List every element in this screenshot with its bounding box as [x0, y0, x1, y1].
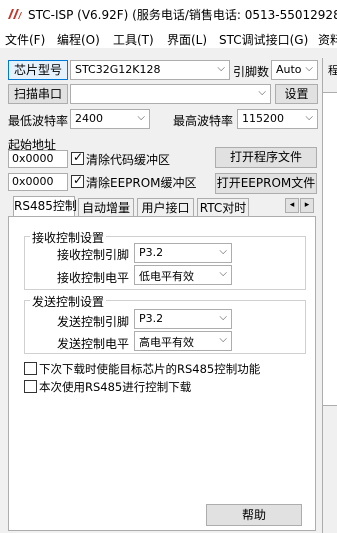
chevron-down-icon: ⌵: [137, 112, 145, 123]
right-panel-label: 程: [328, 64, 337, 77]
chip-model-select[interactable]: STC32G12K128 ⌵: [70, 60, 230, 80]
tab-auto-increment[interactable]: 自动增量: [78, 198, 134, 217]
clear-code-label: 清除代码缓冲区: [86, 153, 171, 167]
settings-button[interactable]: 设置: [275, 84, 318, 104]
min-baud-value: 2400: [75, 112, 103, 125]
pins-label: 引脚数: [233, 65, 270, 79]
chevron-down-icon: ⌵: [219, 312, 227, 323]
tab-rtc[interactable]: RTC对时: [197, 198, 249, 217]
next-enable-label: 下次下载时使能目标芯片的RS485控制功能: [39, 362, 261, 376]
receive-level-select[interactable]: 低电平有效 ⌵: [134, 265, 232, 285]
menu-stc-debug[interactable]: STC调试接口(G): [219, 31, 308, 48]
clear-eeprom-checkbox[interactable]: [71, 173, 84, 188]
receive-group-title: 接收控制设置: [30, 229, 107, 246]
send-level-select[interactable]: 高电平有效 ⌵: [134, 331, 232, 351]
receive-pin-select[interactable]: P3.2 ⌵: [134, 243, 232, 263]
chevron-down-icon: ⌵: [305, 63, 313, 74]
receive-level-label: 接收控制电平: [57, 271, 130, 285]
tab-scroll-left-icon[interactable]: ◂: [285, 198, 299, 213]
min-baud-select[interactable]: 2400 ⌵: [70, 109, 150, 129]
eeprom-address-input[interactable]: 0x0000: [8, 173, 68, 191]
chip-type-button[interactable]: 芯片型号: [8, 60, 68, 80]
next-enable-checkbox[interactable]: [24, 362, 37, 375]
open-eeprom-button[interactable]: 打开EEPROM文件: [215, 173, 317, 194]
chevron-down-icon: ⌵: [219, 246, 227, 257]
window-title: STC-ISP (V6.92F) (服务电话/销售电话: 0513-550129…: [28, 8, 337, 22]
chevron-down-icon: ⌵: [219, 268, 227, 279]
pins-value: Auto: [276, 63, 302, 76]
send-level-label: 发送控制电平: [57, 337, 130, 351]
menu-interface[interactable]: 界面(L): [167, 31, 207, 48]
pins-select[interactable]: Auto ⌵: [271, 60, 318, 80]
min-baud-label: 最低波特率: [8, 114, 69, 128]
menu-file[interactable]: 文件(F): [5, 31, 45, 48]
tab-user-interface[interactable]: 用户接口: [137, 198, 194, 217]
max-baud-value: 115200: [242, 112, 284, 125]
chevron-down-icon: ⌵: [217, 63, 225, 74]
send-pin-label: 发送控制引脚: [57, 315, 130, 329]
max-baud-select[interactable]: 115200 ⌵: [237, 109, 318, 129]
receive-level-value: 低电平有效: [139, 270, 194, 283]
send-group-title: 发送控制设置: [30, 293, 107, 310]
help-button[interactable]: 帮助: [206, 504, 302, 526]
menu-tools[interactable]: 工具(T): [113, 31, 154, 48]
use-rs485-checkbox[interactable]: [24, 380, 37, 393]
clear-eeprom-label: 清除EEPROM缓冲区: [86, 176, 197, 190]
send-pin-select[interactable]: P3.2 ⌵: [134, 309, 232, 329]
send-pin-value: P3.2: [139, 312, 164, 325]
chip-model-value: STC32G12K128: [75, 63, 161, 76]
menu-resources[interactable]: 资料: [318, 31, 337, 48]
open-program-button[interactable]: 打开程序文件: [215, 147, 317, 168]
clear-code-checkbox[interactable]: [71, 150, 84, 165]
max-baud-label: 最高波特率: [173, 114, 234, 128]
port-select[interactable]: ⌵: [70, 84, 271, 104]
receive-pin-label: 接收控制引脚: [57, 248, 130, 262]
app-logo-icon: [7, 6, 23, 22]
tab-scroll-right-icon[interactable]: ▸: [300, 198, 314, 213]
chevron-down-icon: ⌵: [305, 112, 313, 123]
chevron-down-icon: ⌵: [219, 334, 227, 345]
right-panel-content: [323, 92, 337, 406]
use-rs485-label: 本次使用RS485进行控制下载: [39, 380, 192, 394]
receive-pin-value: P3.2: [139, 246, 164, 259]
chevron-down-icon: ⌵: [258, 87, 266, 98]
scan-port-button[interactable]: 扫描串口: [8, 84, 68, 104]
tab-rs485[interactable]: RS485控制: [13, 196, 77, 217]
send-level-value: 高电平有效: [139, 336, 194, 349]
menu-program[interactable]: 编程(O): [57, 31, 100, 48]
code-address-input[interactable]: 0x0000: [8, 150, 68, 168]
